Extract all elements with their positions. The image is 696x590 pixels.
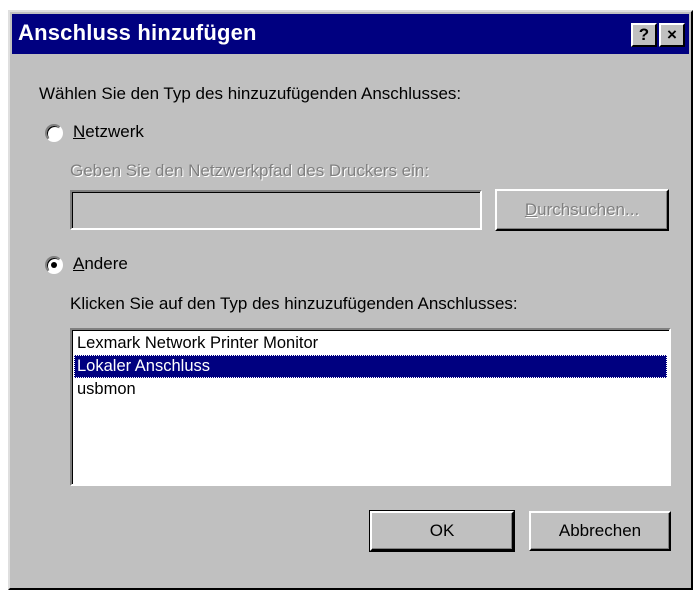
close-icon: ×	[667, 25, 677, 44]
radio-selected-dot	[51, 262, 57, 268]
title-bar[interactable]: Anschluss hinzufügen ? ×	[12, 14, 689, 54]
other-label-mnemonic: A	[73, 254, 85, 273]
help-icon: ?	[638, 25, 650, 44]
cancel-button[interactable]: Abbrechen	[529, 511, 671, 551]
network-radio[interactable]	[45, 124, 63, 142]
port-type-prompt: Wählen Sie den Typ des hinzuzufügenden A…	[39, 84, 462, 103]
other-label-rest: ndere	[84, 254, 128, 273]
ok-button[interactable]: OK	[369, 510, 515, 552]
network-path-field[interactable]	[70, 190, 482, 230]
port-type-list[interactable]: Lexmark Network Printer Monitor Lokaler …	[70, 328, 671, 486]
port-list-label: Klicken Sie auf den Typ des hinzuzufügen…	[70, 294, 518, 313]
browse-label-mnemonic: D	[524, 200, 538, 219]
list-item[interactable]: Lexmark Network Printer Monitor	[74, 332, 667, 355]
dialog-title: Anschluss hinzufügen	[18, 20, 257, 45]
browse-label-rest: urchsuchen...	[537, 200, 640, 219]
network-label-mnemonic: N	[73, 122, 86, 141]
network-path-label: Geben Sie den Netzwerkpfad des Druckers …	[70, 161, 430, 180]
browse-button[interactable]: Durchsuchen...	[495, 189, 669, 231]
add-port-dialog: Anschluss hinzufügen ? × Wählen Sie den …	[8, 10, 693, 590]
close-button[interactable]: ×	[659, 23, 685, 47]
other-radio-label[interactable]: Andere	[73, 254, 128, 274]
help-button[interactable]: ?	[631, 23, 657, 47]
list-item[interactable]: usbmon	[74, 378, 667, 401]
list-item-selected[interactable]: Lokaler Anschluss	[74, 355, 667, 378]
other-radio[interactable]	[45, 256, 63, 274]
network-radio-label[interactable]: Netzwerk	[73, 122, 144, 142]
network-label-rest: etzwerk	[85, 122, 144, 141]
